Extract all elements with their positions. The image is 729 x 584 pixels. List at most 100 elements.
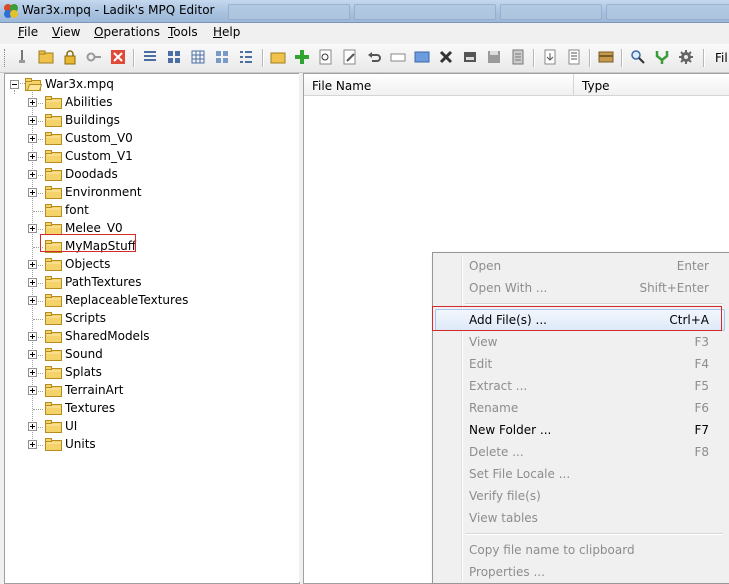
tree-folder-label: Melee_V0 — [65, 221, 123, 235]
tree-folder[interactable]: Splats — [5, 364, 295, 382]
menu-help[interactable]: Help — [213, 25, 240, 39]
window-icon[interactable] — [414, 49, 430, 65]
context-menu-item[interactable]: Extract ... F5 — [435, 375, 725, 397]
tree-folder[interactable]: Doodads — [5, 166, 295, 184]
menu-operations[interactable]: Operations — [94, 25, 160, 39]
tree-folder[interactable]: UI — [5, 418, 295, 436]
tree-folder[interactable]: ReplaceableTextures — [5, 292, 295, 310]
tree-folder[interactable]: Objects — [5, 256, 295, 274]
undo-icon[interactable] — [366, 49, 382, 65]
menu-item-shortcut: Enter — [676, 259, 709, 273]
tree-folder[interactable]: PathTextures — [5, 274, 295, 292]
expand-icon[interactable] — [28, 350, 37, 359]
column-header-type[interactable]: Type — [574, 74, 729, 96]
expand-icon[interactable] — [28, 368, 37, 377]
context-menu-item[interactable]: Properties ... — [435, 561, 725, 583]
tree-root[interactable]: War3x.mpq — [5, 76, 295, 94]
title-bar: War3x.mpq - Ladik's MPQ Editor — [0, 0, 729, 23]
folder-icon — [45, 312, 62, 325]
expand-icon[interactable] — [28, 116, 37, 125]
tree-folder[interactable]: Units — [5, 436, 295, 454]
tree-folder[interactable]: SharedModels — [5, 328, 295, 346]
window-title: War3x.mpq - Ladik's MPQ Editor — [22, 3, 215, 17]
open-folder-icon[interactable] — [38, 49, 54, 65]
context-menu-item[interactable]: Set File Locale ... — [435, 463, 725, 485]
tree-folder[interactable]: font — [5, 202, 295, 220]
expand-icon[interactable] — [28, 224, 37, 233]
column-header-file-name[interactable]: File Name — [304, 74, 574, 96]
tile-view-icon[interactable] — [214, 49, 230, 65]
expand-icon[interactable] — [28, 440, 37, 449]
collapse-icon[interactable] — [10, 80, 19, 89]
details-view-icon[interactable] — [166, 49, 182, 65]
context-menu-item[interactable]: View tables — [435, 507, 725, 529]
context-menu-item[interactable]: New Folder ... F7 — [435, 419, 725, 441]
tree-folder[interactable]: Scripts — [5, 310, 295, 328]
menu-file[interactable]: File — [18, 25, 38, 39]
list-view-icon[interactable] — [142, 49, 158, 65]
context-menu-item[interactable]: Open Enter — [435, 255, 725, 277]
columns-view-icon[interactable] — [238, 49, 254, 65]
menu-tools[interactable]: Tools — [168, 25, 198, 39]
toolbar-grip[interactable] — [4, 49, 8, 67]
extract-icon[interactable] — [542, 49, 558, 65]
background-tab — [500, 4, 602, 20]
archive-box-icon[interactable] — [598, 49, 614, 65]
rename-icon[interactable] — [390, 49, 406, 65]
grid-view-icon[interactable] — [190, 49, 206, 65]
context-menu-item[interactable]: Rename F6 — [435, 397, 725, 419]
folder-icon — [45, 348, 62, 361]
menu-item-shortcut: F4 — [694, 357, 709, 371]
search-file-icon[interactable] — [318, 49, 334, 65]
search-icon[interactable] — [630, 49, 646, 65]
context-menu-item[interactable]: Verify file(s) — [435, 485, 725, 507]
folder-icon — [45, 384, 62, 397]
add-file-icon[interactable] — [294, 49, 310, 65]
expand-icon[interactable] — [28, 278, 37, 287]
expand-icon[interactable] — [28, 170, 37, 179]
context-menu-item[interactable]: Edit F4 — [435, 353, 725, 375]
background-tab — [606, 4, 729, 20]
expand-icon[interactable] — [28, 152, 37, 161]
folder-icon — [45, 150, 62, 163]
lock-icon[interactable] — [62, 49, 78, 65]
tree-folder-label: UI — [65, 419, 78, 433]
expand-icon[interactable] — [28, 188, 37, 197]
expand-icon[interactable] — [28, 260, 37, 269]
context-menu-item[interactable]: Delete ... F8 — [435, 441, 725, 463]
close-archive-icon[interactable] — [110, 49, 126, 65]
context-menu-item[interactable]: Open With ... Shift+Enter — [435, 277, 725, 299]
context-menu-item[interactable]: View F3 — [435, 331, 725, 353]
save-icon[interactable] — [486, 49, 502, 65]
tree-folder[interactable]: Custom_V0 — [5, 130, 295, 148]
folder-tree[interactable]: War3x.mpq Abilities Buildings Custom_V0 Cus… — [4, 73, 300, 584]
expand-icon[interactable] — [28, 134, 37, 143]
tree-folder[interactable]: Sound — [5, 346, 295, 364]
tree-folder[interactable]: Environment — [5, 184, 295, 202]
context-menu-item[interactable]: Copy file name to clipboard — [435, 539, 725, 561]
tree-folder[interactable]: Custom_V1 — [5, 148, 295, 166]
delete-icon[interactable] — [438, 49, 454, 65]
merge-icon[interactable] — [654, 49, 670, 65]
new-folder-icon[interactable] — [270, 49, 286, 65]
compact-icon[interactable] — [462, 49, 478, 65]
tree-folder[interactable]: Buildings — [5, 112, 295, 130]
pin-icon[interactable] — [14, 49, 30, 65]
tree-folder[interactable]: Abilities — [5, 94, 295, 112]
tree-folder-label: ReplaceableTextures — [65, 293, 189, 307]
expand-icon[interactable] — [28, 332, 37, 341]
menu-item-label: Copy file name to clipboard — [469, 543, 635, 557]
tree-folder[interactable]: Textures — [5, 400, 295, 418]
expand-icon[interactable] — [28, 422, 37, 431]
gear-icon[interactable] — [678, 49, 694, 65]
file-list-icon[interactable] — [566, 49, 582, 65]
key-icon[interactable] — [86, 49, 102, 65]
expand-icon[interactable] — [28, 386, 37, 395]
folder-icon — [45, 186, 62, 199]
expand-icon[interactable] — [28, 296, 37, 305]
menu-view[interactable]: View — [52, 25, 80, 39]
tree-folder[interactable]: TerrainArt — [5, 382, 295, 400]
document-icon[interactable] — [510, 49, 526, 65]
expand-icon[interactable] — [28, 98, 37, 107]
edit-file-icon[interactable] — [342, 49, 358, 65]
